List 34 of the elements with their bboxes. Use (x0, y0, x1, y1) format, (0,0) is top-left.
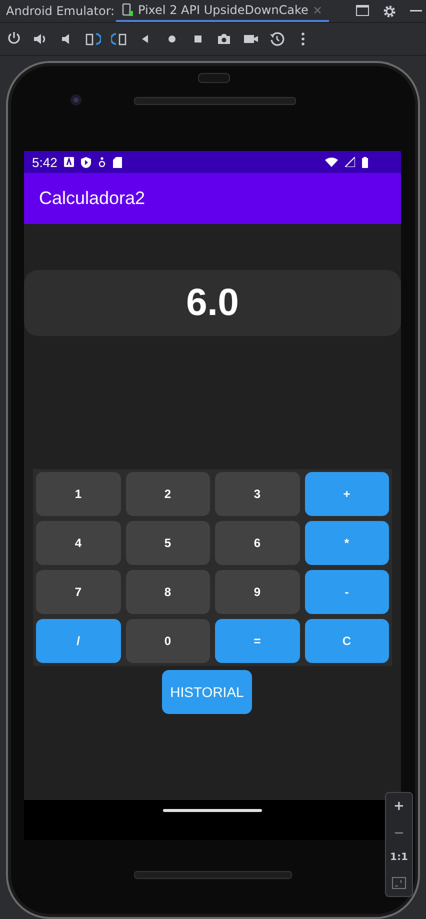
digit-key[interactable]: 2 (126, 472, 210, 516)
digit-key[interactable]: 6 (215, 521, 300, 565)
app-title: Calculadora2 (39, 188, 146, 209)
sensor (198, 73, 230, 83)
phone-icon (122, 3, 134, 17)
camera-icon[interactable] (216, 31, 232, 47)
digit-key[interactable]: 9 (215, 570, 300, 614)
result-display: 6.0 (24, 270, 401, 336)
actual-size-button[interactable]: 1:1 (390, 853, 408, 864)
fit-screen-icon[interactable] (392, 877, 406, 890)
digit-key[interactable]: 0 (126, 619, 210, 663)
digit-key[interactable]: 1 (36, 472, 120, 516)
power-icon[interactable] (6, 31, 22, 47)
settings-icon[interactable] (383, 4, 396, 18)
battery-icon (362, 156, 368, 168)
shield-icon (81, 156, 92, 168)
rotate-right-icon[interactable] (111, 31, 128, 47)
digit-key[interactable]: 4 (36, 521, 120, 565)
rotate-left-icon[interactable] (84, 31, 101, 47)
notification-icon (64, 157, 74, 167)
home-handle[interactable] (163, 809, 262, 812)
wifi-icon (325, 157, 338, 167)
history-icon[interactable] (268, 31, 285, 47)
status-time: 5:42 (32, 154, 58, 170)
digit-key[interactable]: 8 (126, 570, 210, 614)
accessibility-icon (98, 156, 106, 168)
window-icon[interactable] (356, 4, 369, 16)
front-camera (70, 94, 82, 106)
sd-card-icon (113, 156, 122, 168)
digit-key[interactable]: 5 (126, 521, 210, 565)
zoom-in-button[interactable]: + (394, 800, 404, 813)
digit-key[interactable]: 7 (36, 570, 120, 614)
digit-key[interactable]: 3 (215, 472, 300, 516)
signal-icon (345, 157, 355, 167)
